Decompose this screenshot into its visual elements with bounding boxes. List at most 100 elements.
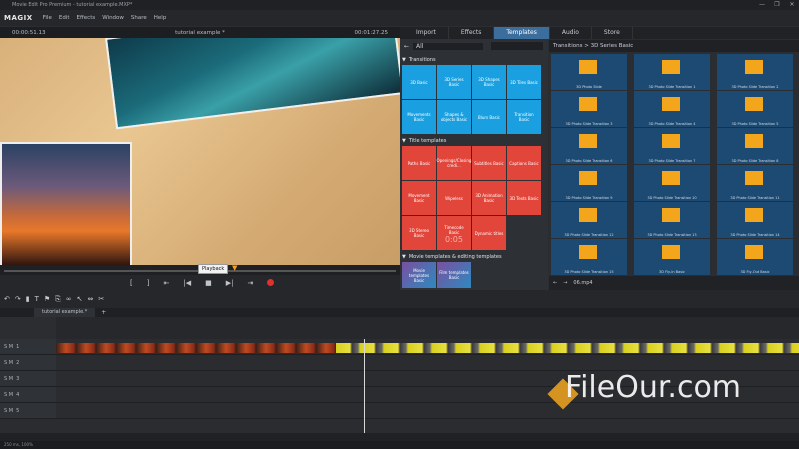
track-lane-1[interactable] [56,339,799,355]
tile-3d-texts[interactable]: 3D Texts Basic [507,181,541,215]
maximize-button[interactable]: ❐ [770,0,784,10]
track-head-5[interactable]: S M5 [0,403,56,419]
transition-thumb[interactable]: 3D Photo Slide Transition 2 [717,54,793,90]
tile-timecode[interactable]: Timecode Basic 0:05 [437,216,471,250]
menu-window[interactable]: Window [102,15,124,21]
transition-thumb[interactable]: 3D Photo Slide Transition 11 [717,165,793,201]
trim-icon[interactable]: ⇔ [88,295,94,303]
tab-store[interactable]: Store [592,27,633,39]
transition-thumb[interactable]: 3D Fly-Out Basic [717,239,793,275]
tile-3d-series[interactable]: 3D Series Basic [437,65,471,99]
menu-effects[interactable]: Effects [77,15,96,21]
transition-thumb[interactable]: 3D Photo Slide Transition 15 [551,239,627,275]
tile-subtitles[interactable]: Subtitles Basic [472,146,506,180]
transition-thumb[interactable]: 3D Photo Slide Transition 10 [634,165,710,201]
transport-controls: [ ] ⇤ |◀ ■ ▶| ⇥ [0,275,400,290]
transition-thumb[interactable]: 3D Photo Slide Transition 12 [551,202,627,238]
video-clip-sunset[interactable] [56,343,336,353]
redo-icon[interactable]: ↷ [15,295,21,303]
search-input[interactable] [491,42,544,50]
menu-file[interactable]: File [43,15,52,21]
track-head-3[interactable]: S M3 [0,371,56,387]
minimize-button[interactable]: — [755,0,769,10]
timeline-scrollbar[interactable] [0,433,799,441]
record-icon[interactable] [267,279,275,286]
delete-icon[interactable]: ▮ [26,295,30,303]
tile-captions[interactable]: Captions Basic [507,146,541,180]
transition-thumb[interactable]: 3D Photo Slide [551,54,627,90]
section-titles[interactable]: ▼ Title templates [402,136,446,145]
transition-thumb[interactable]: 3D Photo Slide Transition 13 [634,202,710,238]
add-tab-icon[interactable]: + [101,309,106,316]
timeline-ruler[interactable] [56,317,799,339]
transition-thumb[interactable]: 3D Photo Slide Transition 9 [551,165,627,201]
section-transitions[interactable]: ▼ Transitions [402,55,436,64]
transition-thumb[interactable]: 3D Photo Slide Transition 8 [717,128,793,164]
transition-thumb[interactable]: 3D Photo Slide Transition 3 [551,91,627,127]
tile-3d-basic[interactable]: 3D Basic [402,65,436,99]
track-lane-2[interactable] [56,355,799,371]
mark-out-icon[interactable]: ] [147,279,150,287]
transition-thumb[interactable]: 3D Photo Slide Transition 5 [717,91,793,127]
section-movie[interactable]: ▼ Movie templates & editing templates [402,252,502,261]
tile-transition[interactable]: Transition Basic [507,100,541,134]
link-icon[interactable]: ∞ [66,295,72,303]
skip-forward-icon[interactable]: ▶| [226,279,234,287]
left-arrow-icon[interactable]: ← [553,280,557,286]
tile-openings[interactable]: Openings/Closing credi... [437,146,471,180]
tile-blurs[interactable]: Blurs Basic [472,100,506,134]
transition-thumb[interactable]: 3D Photo Slide Transition 6 [551,128,627,164]
tile-movie-templates[interactable]: Movie templates Basic [402,262,436,288]
transition-thumb[interactable]: 3D Fly-In Basic [634,239,710,275]
menu-edit[interactable]: Edit [59,15,70,21]
back-arrow-icon[interactable]: ← [404,43,409,50]
close-button[interactable]: ✕ [785,0,799,10]
menu-help[interactable]: Help [154,15,167,21]
tile-shapes-objects[interactable]: Shapes & objects Basic [437,100,471,134]
tile-film-templates[interactable]: Film templates Basic [437,262,471,288]
undo-icon[interactable]: ↶ [4,295,10,303]
transition-thumb[interactable]: 3D Photo Slide Transition 1 [634,54,710,90]
timeline-tab-project[interactable]: tutorial example.* [34,308,96,317]
tile-paths[interactable]: Paths Basic [402,146,436,180]
thumb-label: 3D Fly-Out Basic [740,270,770,274]
title-icon[interactable]: T [35,295,39,303]
track-head-4[interactable]: S M4 [0,387,56,403]
marker-tool-icon[interactable]: ⚑ [44,295,50,303]
tile-dynamic[interactable]: Dynamic titles [472,216,506,250]
track-lane-5[interactable] [56,403,799,419]
tile-3d-shapes[interactable]: 3D Shapes Basic [472,65,506,99]
right-arrow-icon[interactable]: → [563,280,567,286]
sunset-photo [0,142,132,265]
tab-templates[interactable]: Templates [494,27,550,39]
tab-audio[interactable]: Audio [550,27,592,39]
transition-thumb[interactable]: 3D Photo Slide Transition 14 [717,202,793,238]
menu-bar: MAGIX File Edit Effects Window Share Hel… [0,10,799,26]
track-head-2[interactable]: S M2 [0,355,56,371]
video-clip-yellow[interactable] [336,343,799,353]
timeline-playhead[interactable] [364,339,365,433]
tile-3d-animation[interactable]: 3D Animation Basic [472,181,506,215]
menu-share[interactable]: Share [131,15,147,21]
thumb-card-icon [662,60,680,74]
transition-thumb[interactable]: 3D Photo Slide Transition 7 [634,128,710,164]
skip-back-icon[interactable]: |◀ [183,279,191,287]
filter-select[interactable]: All [413,42,484,50]
mark-in-icon[interactable]: [ [130,279,133,287]
tile-movement[interactable]: Movement Basic [402,181,436,215]
pointer-icon[interactable]: ↖ [77,295,83,303]
next-icon[interactable]: ⇥ [247,279,253,287]
track-head-1[interactable]: S M1 [0,339,56,355]
tile-3d-tiles[interactable]: 3D Tiles Basic [507,65,541,99]
tile-3d-stereo[interactable]: 3D Stereo Basic [402,216,436,250]
split-icon[interactable]: ⎘ [55,295,61,304]
cut-icon[interactable]: ✂ [98,295,104,303]
tile-movements[interactable]: Movements Basic [402,100,436,134]
prev-icon[interactable]: ⇤ [163,279,169,287]
transition-thumb[interactable]: 3D Photo Slide Transition 4 [634,91,710,127]
preview-monitor[interactable] [0,38,400,265]
stop-icon[interactable]: ■ [205,279,212,287]
tab-import[interactable]: Import [404,27,449,39]
tile-wipeless[interactable]: Wipeless [437,181,471,215]
tab-effects[interactable]: Effects [449,27,495,39]
